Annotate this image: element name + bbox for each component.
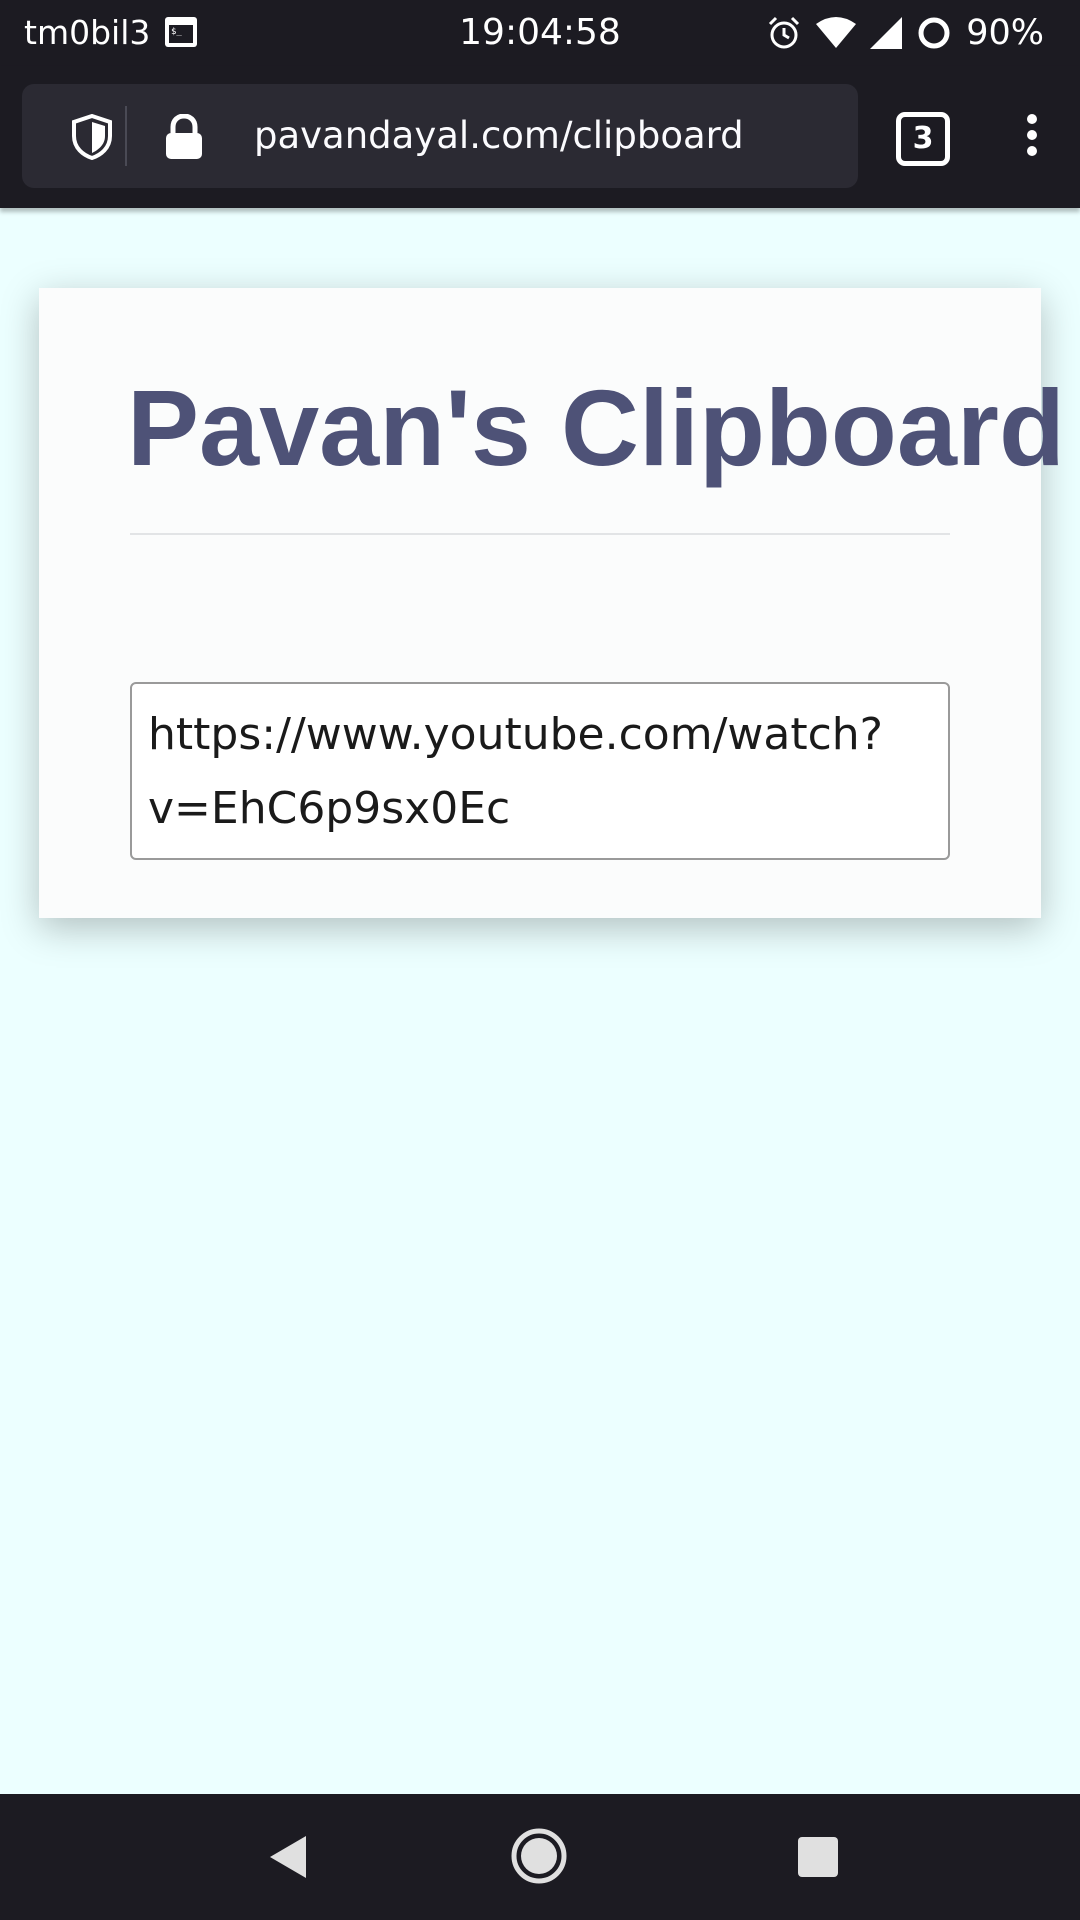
kebab-menu-icon[interactable]: [1020, 110, 1044, 166]
tabs-counter-button[interactable]: 3: [896, 112, 950, 166]
recents-icon[interactable]: [798, 1837, 838, 1877]
battery-icon: [916, 15, 952, 51]
page-title: Pavan's Clipboard: [127, 367, 1065, 488]
browser-toolbar: pavandayal.com/clipboard 3: [0, 66, 1080, 208]
carrier-name: tm0bil3: [24, 13, 151, 52]
shield-icon[interactable]: [70, 113, 114, 164]
url-text[interactable]: pavandayal.com/clipboard: [254, 84, 744, 188]
alarm-icon: [766, 15, 802, 51]
title-divider: [130, 533, 950, 535]
terminal-icon: $_: [164, 15, 198, 49]
battery-percent: 90%: [966, 13, 1044, 53]
back-icon[interactable]: [268, 1834, 308, 1884]
wifi-icon: [816, 16, 857, 50]
lock-icon[interactable]: [162, 113, 206, 164]
status-icons: 90%: [766, 12, 1044, 54]
clipboard-card: Pavan's Clipboard https://www.youtube.co…: [39, 288, 1065, 918]
svg-text:$_: $_: [171, 27, 182, 37]
cell-signal-icon: [870, 17, 903, 49]
url-bar[interactable]: pavandayal.com/clipboard: [22, 84, 858, 188]
clipboard-textarea[interactable]: https://www.youtube.com/watch?v=EhC6p9sx…: [130, 682, 950, 860]
home-icon[interactable]: [511, 1828, 567, 1888]
url-divider: [125, 106, 127, 166]
navigation-bar: [0, 1794, 1080, 1920]
status-bar: tm0bil3 $_ 19:04:58 90%: [0, 0, 1080, 66]
